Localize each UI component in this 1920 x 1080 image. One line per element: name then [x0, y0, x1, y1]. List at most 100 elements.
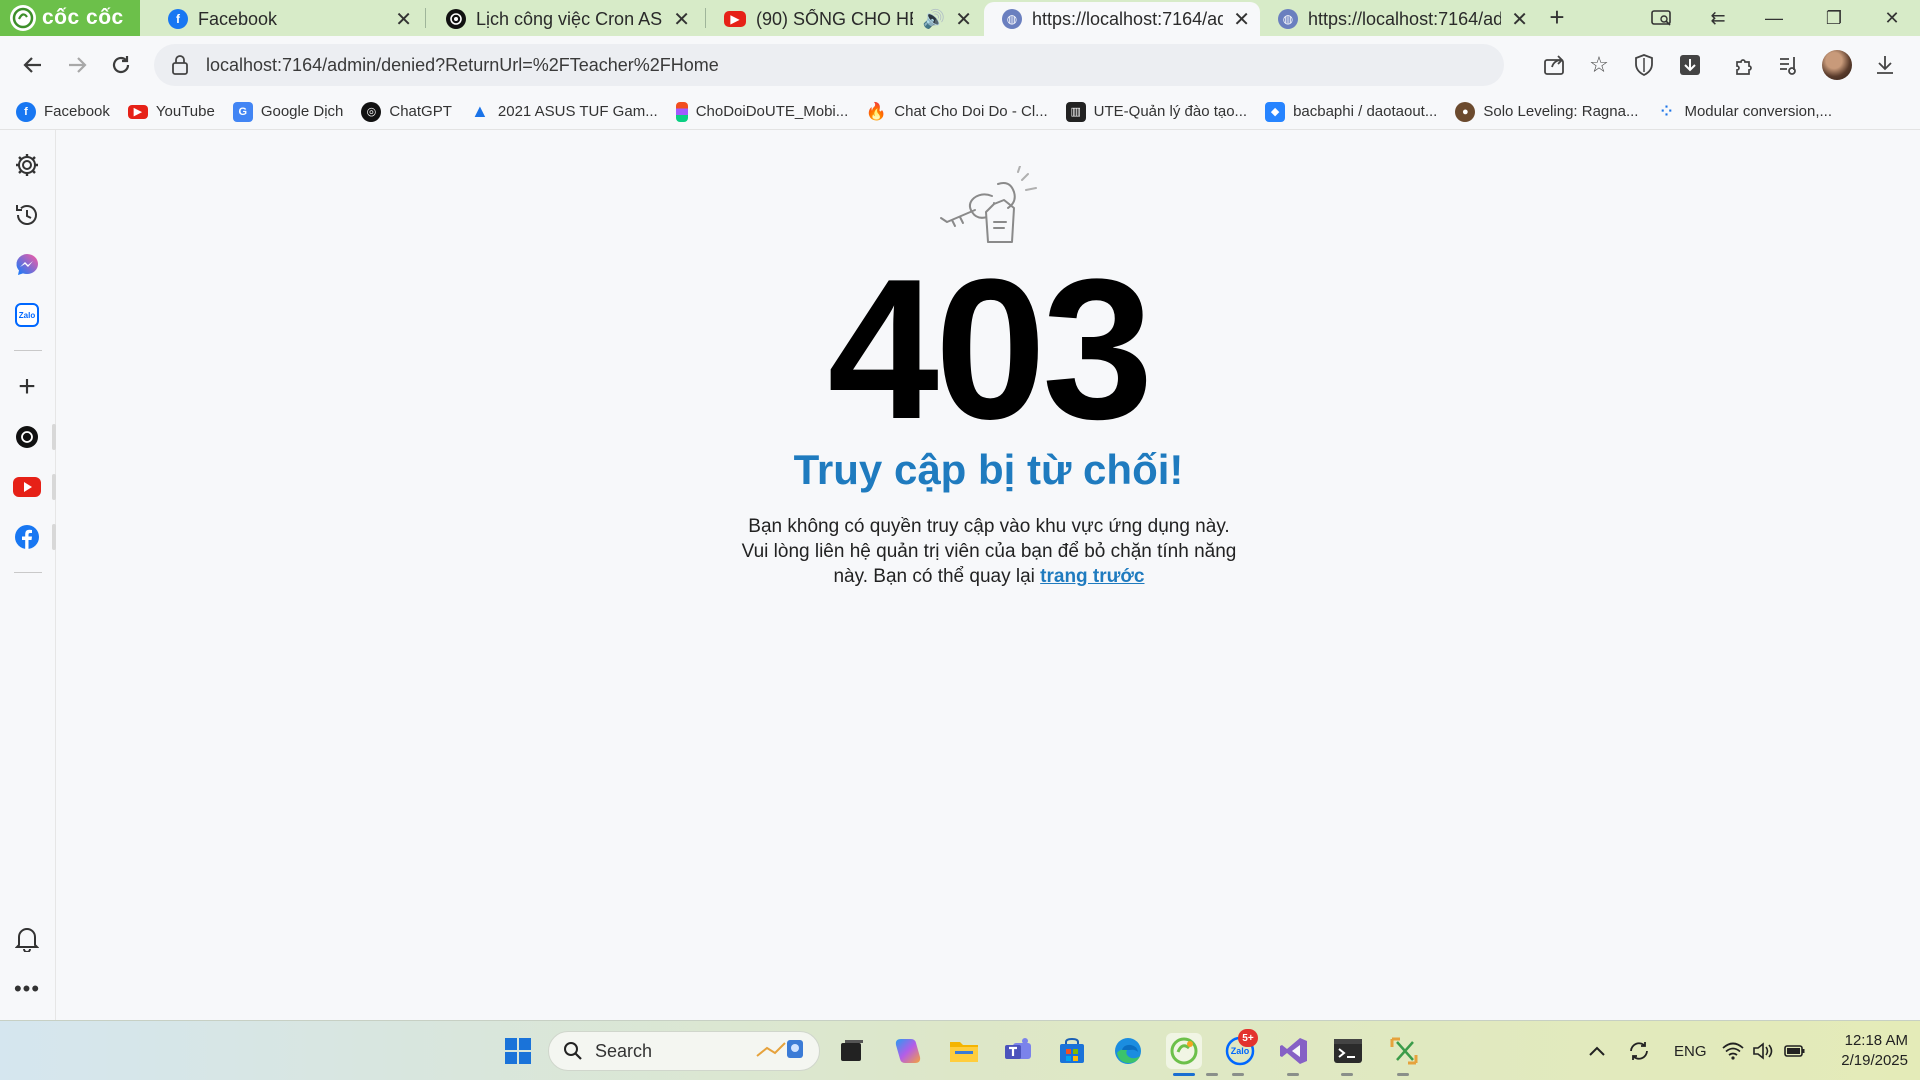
tab-title: (90) SỐNG CHO HẾT Đ — [756, 8, 913, 29]
bookmark-chatgpt[interactable]: ◎ ChatGPT — [361, 101, 452, 122]
windows-start-icon[interactable] — [500, 1033, 536, 1069]
downloads-icon[interactable] — [1868, 48, 1902, 82]
notifications-bell-icon[interactable] — [12, 924, 42, 954]
bookmark-modular-conversion[interactable]: ⁘ Modular conversion,... — [1656, 102, 1832, 122]
google-translate-icon: G — [232, 101, 253, 122]
share-icon[interactable] — [1538, 48, 1572, 82]
lock-icon[interactable] — [168, 53, 192, 77]
back-history-icon[interactable]: ⇇ — [1690, 0, 1746, 36]
bookmark-chat-cho-doi-do[interactable]: 🔥 Chat Cho Doi Do - Cl... — [866, 102, 1048, 122]
site-globe-icon: ◍ — [1278, 9, 1298, 29]
bookmark-google-translate[interactable]: G Google Dịch — [232, 101, 344, 122]
restore-icon[interactable]: ❐ — [1806, 0, 1862, 36]
bookmark-asus[interactable]: ▲ 2021 ASUS TUF Gam... — [470, 101, 658, 122]
tab-title: Lịch công việc Cron ASP.N — [476, 8, 663, 29]
taskbar-clock[interactable]: 12:18 AM 2/19/2025 — [1818, 1031, 1908, 1071]
bookmark-trello[interactable]: ▥ UTE-Quản lý đào tạo... — [1065, 101, 1248, 122]
bookmarks-bar: f Facebook ▶ YouTube G Google Dịch ◎ Cha… — [0, 94, 1920, 130]
tab-youtube[interactable]: ▶ (90) SỐNG CHO HẾT Đ 🔊 ✕ — [706, 2, 982, 36]
tab-facebook[interactable]: f Facebook ✕ — [150, 2, 422, 36]
extensions-icon[interactable] — [1728, 48, 1762, 82]
close-icon[interactable]: ✕ — [673, 7, 690, 32]
tab-title: https://localhost:7164/adr — [1308, 8, 1502, 29]
search-highlight-icon — [753, 1036, 809, 1067]
file-explorer-icon[interactable] — [946, 1033, 982, 1069]
profile-avatar[interactable] — [1822, 50, 1852, 80]
close-icon[interactable]: ✕ — [395, 7, 412, 32]
zalo-taskbar-label: Zalo — [1230, 1046, 1250, 1056]
close-icon[interactable]: ✕ — [1233, 7, 1250, 32]
bookmark-label: ChoDoiDoUTE_Mobi... — [695, 103, 849, 120]
pinned-indicator — [52, 524, 56, 550]
windows-taskbar: Search Zalo 5+ ENG 12:18 AM 2/19/2025 — [0, 1020, 1920, 1080]
address-bar[interactable]: localhost:7164/admin/denied?ReturnUrl=%2… — [154, 44, 1504, 86]
snipping-tool-icon[interactable] — [1386, 1033, 1422, 1069]
address-url[interactable]: localhost:7164/admin/denied?ReturnUrl=%2… — [206, 55, 719, 76]
volume-icon[interactable] — [1752, 1021, 1774, 1080]
new-tab-button[interactable]: + — [1542, 2, 1572, 32]
reload-button[interactable] — [102, 46, 140, 84]
coccoc-logo-icon — [10, 5, 36, 31]
figma-icon — [675, 101, 688, 122]
media-playlist-icon[interactable] — [1772, 48, 1806, 82]
terminal-icon[interactable] — [1330, 1033, 1366, 1069]
facebook-icon[interactable] — [12, 522, 42, 552]
bookmark-youtube[interactable]: ▶ YouTube — [127, 103, 215, 120]
bookmark-label: UTE-Quản lý đào tạo... — [1093, 103, 1248, 120]
close-window-icon[interactable]: ✕ — [1864, 0, 1920, 36]
clock-time: 12:18 AM — [1844, 1032, 1908, 1049]
tab-localhost[interactable]: ◍ https://localhost:7164/adr ✕ — [1260, 2, 1538, 36]
save-download-icon[interactable] — [1673, 48, 1707, 82]
bookmark-solo-leveling[interactable]: ● Solo Leveling: Ragna... — [1455, 101, 1638, 122]
bookmark-label: YouTube — [155, 103, 215, 120]
bookmark-facebook[interactable]: f Facebook — [16, 101, 110, 122]
bookmark-label: Google Dịch — [260, 103, 344, 120]
bookmark-star-icon[interactable]: ☆ — [1582, 48, 1616, 82]
battery-icon[interactable] — [1784, 1021, 1806, 1080]
bookmark-bitbucket[interactable]: ◆ bacbaphi / daotaout... — [1265, 101, 1437, 122]
show-hidden-icons-chevron-icon[interactable] — [1588, 1021, 1606, 1080]
youtube-icon: ▶ — [724, 11, 746, 27]
bookmark-figma[interactable]: ChoDoiDoUTE_Mobi... — [675, 101, 849, 122]
error-message: Bạn không có quyền truy cập vào khu vực … — [738, 514, 1240, 589]
minimize-icon[interactable]: — — [1746, 0, 1802, 36]
forward-button[interactable] — [58, 46, 96, 84]
tab-localhost-active[interactable]: ◍ https://localhost:7164/adr ✕ — [984, 2, 1260, 36]
error-title: Truy cập bị từ chối! — [793, 446, 1184, 493]
sync-icon[interactable] — [1628, 1021, 1650, 1080]
microsoft-store-icon[interactable] — [1054, 1033, 1090, 1069]
back-button[interactable] — [14, 46, 52, 84]
trello-icon: ▥ — [1065, 101, 1086, 122]
back-to-previous-link[interactable]: trang trước — [1040, 566, 1144, 587]
task-view-icon[interactable] — [834, 1033, 870, 1069]
speaker-icon[interactable]: 🔊 — [923, 9, 945, 30]
youtube-icon: ▶ — [127, 104, 148, 119]
edge-icon[interactable] — [1110, 1033, 1146, 1069]
language-indicator[interactable]: ENG — [1674, 1021, 1707, 1080]
bitbucket-icon: ◆ — [1265, 101, 1286, 122]
running-indicator — [1206, 1073, 1218, 1076]
copilot-icon[interactable] — [890, 1033, 926, 1069]
settings-gear-icon[interactable] — [12, 150, 42, 180]
tab-cron[interactable]: Lịch công việc Cron ASP.N ✕ — [428, 2, 700, 36]
close-icon[interactable]: ✕ — [1511, 7, 1528, 32]
chatgpt-icon — [446, 9, 466, 29]
wifi-icon[interactable] — [1722, 1021, 1744, 1080]
more-options-icon[interactable]: ••• — [12, 974, 42, 1004]
brand-name: cốc cốc — [42, 6, 124, 29]
close-icon[interactable]: ✕ — [955, 7, 972, 32]
bookmark-label: ChatGPT — [389, 103, 452, 120]
facebook-icon: f — [16, 101, 36, 122]
browser-brand[interactable]: cốc cốc — [0, 0, 140, 36]
error-code: 403 — [827, 238, 1154, 461]
teams-icon[interactable] — [1000, 1033, 1036, 1069]
taskbar-search-box[interactable]: Search — [548, 1031, 820, 1071]
bookmark-label: Facebook — [44, 103, 110, 120]
visual-studio-icon[interactable] — [1276, 1033, 1312, 1069]
shield-icon[interactable] — [1627, 48, 1661, 82]
coccoc-taskbar-icon[interactable] — [1166, 1033, 1202, 1069]
bookmark-label: 2021 ASUS TUF Gam... — [497, 103, 658, 120]
tab-search-icon[interactable] — [1634, 0, 1690, 36]
site-globe-icon: ◍ — [1002, 9, 1022, 29]
history-icon[interactable] — [12, 200, 42, 230]
